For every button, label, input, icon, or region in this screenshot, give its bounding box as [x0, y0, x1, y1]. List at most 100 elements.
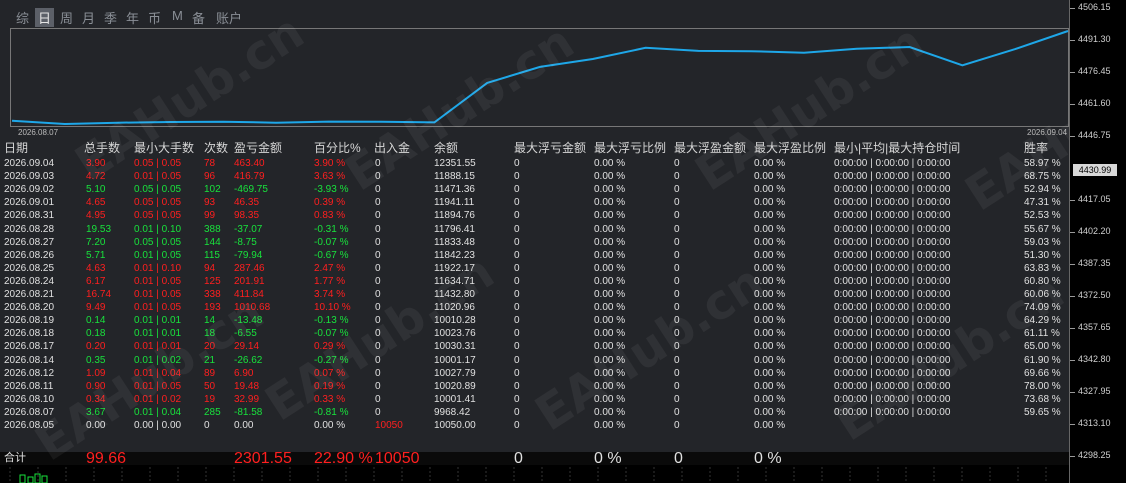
cell-minmax: 0.01 | 0.02 — [134, 393, 182, 405]
col-count[interactable]: 次数 — [204, 141, 228, 156]
cell-mfp: 0 — [674, 184, 680, 196]
cell-inout: 10050 — [375, 420, 403, 431]
cell-inout: 0 — [375, 380, 381, 392]
cell-mflp: 0.00 % — [594, 393, 626, 405]
table-row[interactable]: 2026.09.01 4.65 0.05 | 0.05 93 46.35 0.39 % 0 1… — [0, 196, 1069, 209]
cell-hold: 0:00:00 | 0:00:00 | 0:00:00 — [834, 236, 951, 248]
cell-mflp: 0.00 % — [594, 367, 626, 379]
total-max-float-profit-pct: 0 % — [754, 450, 782, 467]
mini-candle — [41, 475, 48, 483]
cell-win: 47.31 % — [1024, 197, 1061, 209]
cell-minmax: 0.01 | 0.01 — [134, 341, 182, 353]
cell-mfpp: 0.00 % — [754, 315, 786, 327]
col-pct[interactable]: 百分比% — [314, 141, 361, 156]
table-row[interactable]: 2026.08.24 6.17 0.01 | 0.05 125 201.91 1.77 %… — [0, 275, 1069, 288]
cell-mflp: 0.00 % — [594, 289, 626, 300]
col-max-float-profit[interactable]: 最大浮盈金额 — [674, 141, 746, 156]
table-row[interactable]: 2026.08.11 0.90 0.01 | 0.05 50 19.48 0.19 % 0 1… — [0, 380, 1069, 393]
axis-label: 4461.60 — [1078, 98, 1111, 108]
cell-inout: 0 — [375, 302, 381, 314]
cell-count: 144 — [204, 236, 221, 248]
cell-lots: 4.63 — [86, 262, 106, 274]
cell-hold: 0:00:00 | 0:00:00 | 0:00:00 — [834, 249, 951, 261]
cell-mfl: 0 — [514, 367, 520, 379]
cell-hold: 0:00:00 | 0:00:00 | 0:00:00 — [834, 393, 951, 405]
col-min-max-lots[interactable]: 最小大手数 — [134, 141, 194, 156]
table-row[interactable]: 2026.09.04 3.90 0.05 | 0.05 78 463.40 3.90 % 0… — [0, 157, 1069, 170]
table-row[interactable]: 2026.08.26 5.71 0.01 | 0.05 115 -79.94 -0.67 … — [0, 249, 1069, 262]
table-row[interactable]: 2026.08.14 0.35 0.01 | 0.02 21 -26.62 -0.27 %… — [0, 354, 1069, 367]
cell-win: 52.94 % — [1024, 184, 1061, 196]
bottom-candle-strip — [0, 465, 1069, 483]
cell-mfp: 0 — [674, 289, 680, 300]
cell-count: 285 — [204, 406, 221, 418]
cell-inout: 0 — [375, 236, 381, 248]
cell-date: 2026.08.05 — [4, 420, 55, 431]
col-inout[interactable]: 出入金 — [374, 141, 410, 156]
cell-count: 338 — [204, 289, 221, 300]
table-row[interactable]: 2026.08.28 19.53 0.01 | 0.10 388 -37.07 -0.31… — [0, 223, 1069, 236]
col-max-float-loss[interactable]: 最大浮亏金额 — [514, 141, 586, 156]
col-total-lots[interactable]: 总手数 — [84, 141, 120, 156]
col-date[interactable]: 日期 — [4, 141, 28, 156]
report-panel: 综日周月季年币 M 备账户 2026.08.07 2026.09.04 日期 总手数… — [0, 0, 1069, 483]
table-row[interactable]: 2026.08.27 7.20 0.05 | 0.05 144 -8.75 -0.07 %… — [0, 236, 1069, 249]
cell-minmax: 0.01 | 0.04 — [134, 406, 182, 418]
axis-label: 4446.75 — [1078, 130, 1111, 140]
table-row[interactable]: 2026.08.19 0.14 0.01 | 0.01 14 -13.48 -0.13 %… — [0, 314, 1069, 327]
cell-mfpp: 0.00 % — [754, 275, 786, 287]
col-balance[interactable]: 余额 — [434, 141, 458, 156]
cell-mfpp: 0.00 % — [754, 289, 786, 300]
axis-label: 4357.65 — [1078, 322, 1111, 332]
cell-pct: -0.07 % — [314, 328, 349, 340]
table-row[interactable]: 2026.09.02 5.10 0.05 | 0.05 102 -469.75 -3.93… — [0, 183, 1069, 196]
cell-lots: 3.90 — [86, 158, 106, 169]
cell-minmax: 0.01 | 0.05 — [134, 302, 182, 314]
cell-mflp: 0.00 % — [594, 184, 626, 196]
cell-pct: 0.33 % — [314, 393, 346, 405]
cell-mfl: 0 — [514, 393, 520, 405]
cell-win: 58.97 % — [1024, 158, 1061, 169]
table-row[interactable]: 2026.08.21 16.74 0.01 | 0.05 338 411.84 3.74 … — [0, 288, 1069, 301]
cell-mfl: 0 — [514, 380, 520, 392]
cell-date: 2026.09.04 — [4, 158, 55, 169]
col-max-float-loss-pct[interactable]: 最大浮亏比例 — [594, 141, 666, 156]
cell-pnl: -6.55 — [234, 328, 257, 340]
cell-mfp: 0 — [674, 406, 680, 418]
cell-mfp: 0 — [674, 236, 680, 248]
mini-candle — [27, 476, 34, 483]
axis-label: 4327.95 — [1078, 386, 1111, 396]
table-row[interactable]: 2026.08.17 0.20 0.01 | 0.01 20 29.14 0.29 % 0 1… — [0, 340, 1069, 353]
table-row[interactable]: 2026.08.18 0.18 0.01 | 0.01 18 -6.55 -0.07 % 0… — [0, 327, 1069, 340]
table-row[interactable]: 2026.08.31 4.95 0.05 | 0.05 99 98.35 0.83 % 0 1… — [0, 209, 1069, 222]
cell-pct: 1.77 % — [314, 275, 346, 287]
table-row[interactable]: 2026.08.05 0.00 0.00 | 0.00 0 0.00 0.00 % 1005… — [0, 419, 1069, 432]
total-inout: 10050 — [375, 450, 420, 467]
col-max-float-profit-pct[interactable]: 最大浮盈比例 — [754, 141, 826, 156]
cell-hold: 0:00:00 | 0:00:00 | 0:00:00 — [834, 158, 951, 169]
cell-pnl: 287.46 — [234, 262, 265, 274]
col-pnl[interactable]: 盈亏金额 — [234, 141, 282, 156]
cell-minmax: 0.01 | 0.10 — [134, 223, 182, 235]
cell-pnl: -469.75 — [234, 184, 268, 196]
cell-date: 2026.08.25 — [4, 262, 55, 274]
col-win-rate[interactable]: 胜率 — [1024, 141, 1048, 156]
col-hold-time[interactable]: 最小|平均|最大持仓时间 — [834, 141, 960, 156]
cell-win: 60.80 % — [1024, 275, 1061, 287]
table-row[interactable]: 2026.08.25 4.63 0.01 | 0.10 94 287.46 2.47 % 0… — [0, 262, 1069, 275]
cell-inout: 0 — [375, 354, 381, 366]
cell-mflp: 0.00 % — [594, 171, 626, 183]
table-row[interactable]: 2026.08.12 1.09 0.01 | 0.04 89 6.90 0.07 % 0 10… — [0, 367, 1069, 380]
cell-mfl: 0 — [514, 315, 520, 327]
cell-balance: 9968.42 — [434, 406, 471, 418]
cell-win: 63.83 % — [1024, 262, 1061, 274]
cell-balance: 11842.23 — [434, 249, 475, 261]
table-row[interactable]: 2026.08.10 0.34 0.01 | 0.02 19 32.99 0.33 % 0 1… — [0, 393, 1069, 406]
cell-hold: 0:00:00 | 0:00:00 | 0:00:00 — [834, 262, 951, 274]
table-row[interactable]: 2026.09.03 4.72 0.01 | 0.05 96 416.79 3.63 % 0… — [0, 170, 1069, 183]
cell-win: 68.75 % — [1024, 171, 1061, 183]
cell-balance: 10030.31 — [434, 341, 476, 353]
table-row[interactable]: 2026.08.20 9.49 0.01 | 0.05 193 1010.68 10.10… — [0, 301, 1069, 314]
cell-mfpp: 0.00 % — [754, 328, 786, 340]
table-row[interactable]: 2026.08.07 3.67 0.01 | 0.04 285 -81.58 -0.81 … — [0, 406, 1069, 419]
